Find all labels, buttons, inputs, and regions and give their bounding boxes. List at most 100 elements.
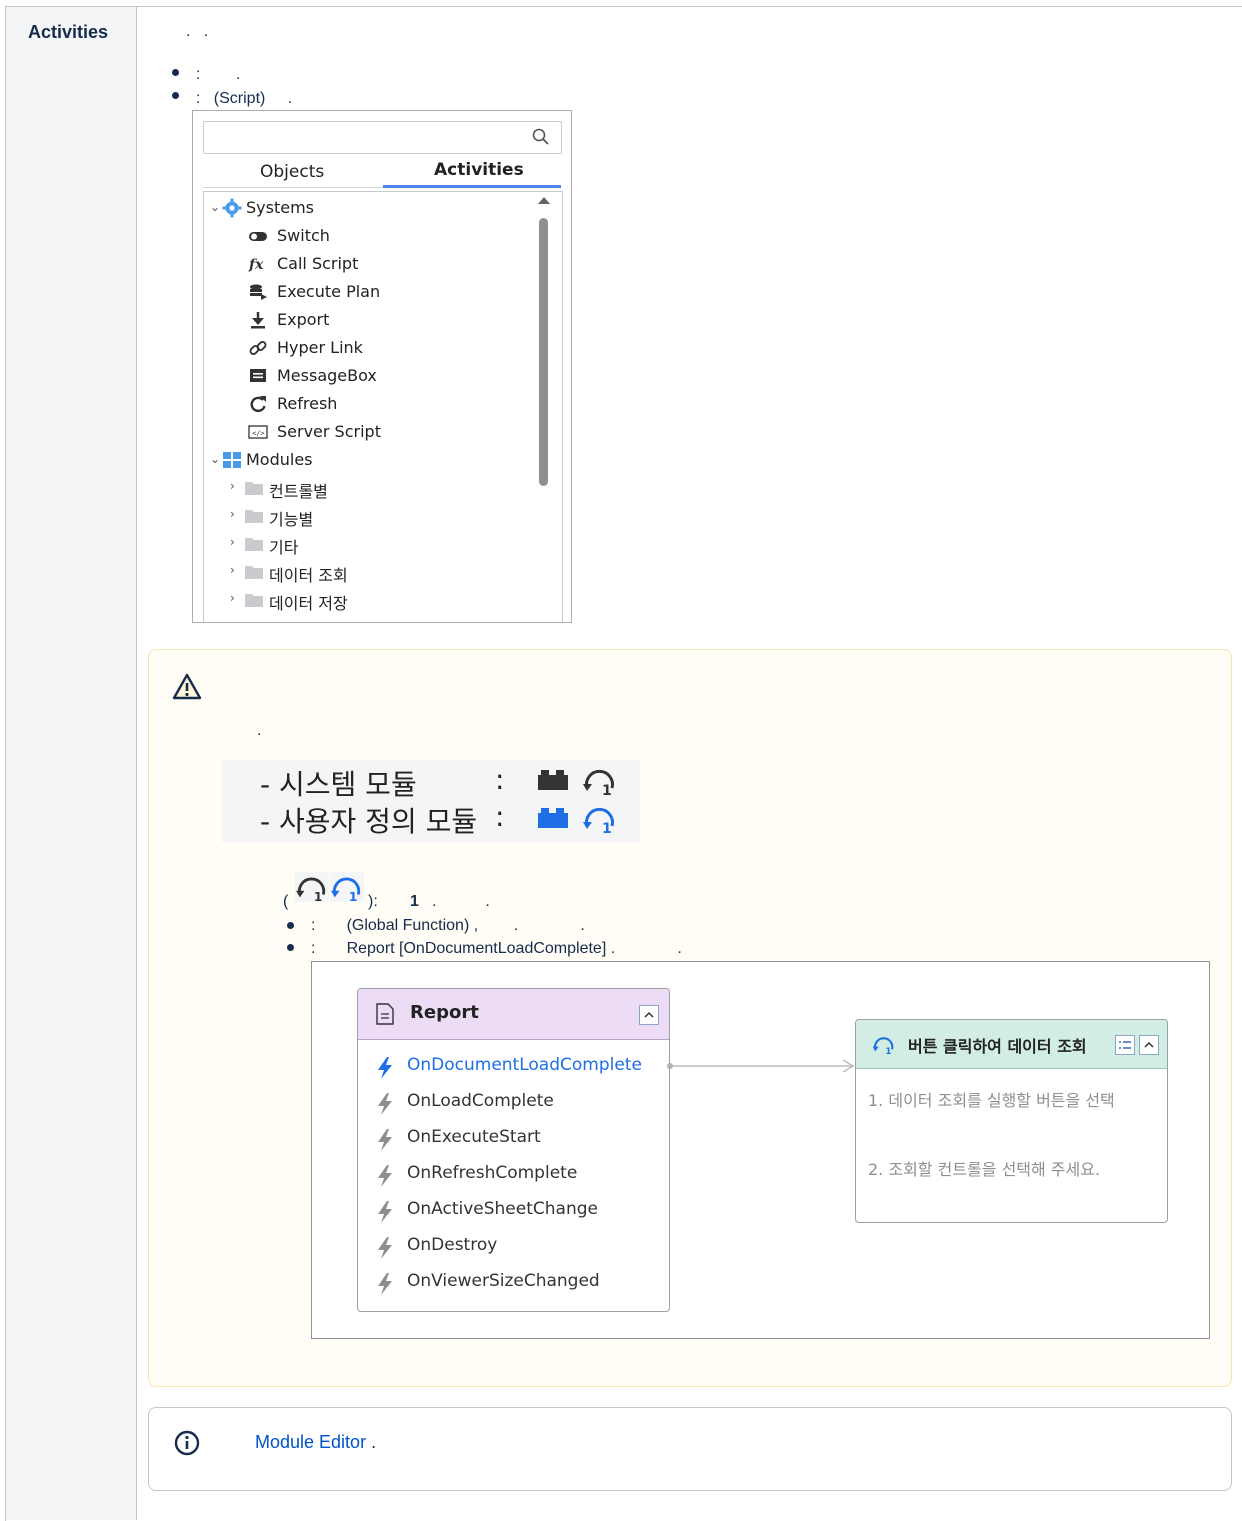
function-loop-icon: 1 xyxy=(872,1037,894,1055)
module-block-icon xyxy=(538,770,568,790)
svg-text:fx: fx xyxy=(248,257,264,273)
collapse-button[interactable] xyxy=(639,1005,659,1025)
bullet-dot xyxy=(287,922,294,929)
tree-item-refresh[interactable]: Refresh xyxy=(248,390,528,418)
event-row[interactable]: OnLoadComplete xyxy=(358,1085,669,1121)
event-row[interactable]: OnExecuteStart xyxy=(358,1121,669,1157)
tree-item-label: Execute Plan xyxy=(277,282,381,301)
message-icon xyxy=(250,369,266,382)
chevron-up-icon xyxy=(1144,1041,1154,1048)
folder-icon xyxy=(245,566,263,579)
intro-text: . . xyxy=(186,23,209,40)
tab-activities[interactable]: Activities xyxy=(434,160,524,180)
lightning-icon xyxy=(378,1237,392,1259)
function-loop-icon: 1 xyxy=(583,808,614,834)
document-icon xyxy=(376,1003,394,1025)
code-icon: </> xyxy=(248,425,268,439)
tree-item-call-script[interactable]: fx Call Script xyxy=(248,250,528,278)
event-row[interactable]: OnRefreshComplete xyxy=(358,1157,669,1193)
toggle-icon xyxy=(249,232,267,241)
tree-item-hyper-link[interactable]: Hyper Link xyxy=(248,334,528,362)
tree-item-server-script[interactable]: </> Server Script xyxy=(248,418,528,446)
event-diagram-image: Report OnDocumentLoadComplete OnLoadCompl… xyxy=(311,961,1210,1339)
tree-item-messagebox[interactable]: MessageBox xyxy=(248,362,528,390)
folder-icon xyxy=(245,538,263,551)
module-block-icon xyxy=(538,808,568,828)
lightning-icon xyxy=(378,1129,392,1151)
link-text[interactable]: Module Editor xyxy=(255,1432,366,1452)
svg-text:</>: </> xyxy=(252,430,265,438)
count-bold: 1 xyxy=(410,893,419,910)
tree-item-execute-plan[interactable]: Execute Plan xyxy=(248,278,528,306)
report-node[interactable]: Report OnDocumentLoadComplete OnLoadCompl… xyxy=(357,988,670,1312)
legend-system: - 시스템 모듈 xyxy=(260,763,417,803)
chevron-right-icon[interactable]: › xyxy=(230,479,235,493)
tree-item-switch[interactable]: Switch xyxy=(248,222,528,250)
module-step: 2. 조회할 컨트롤을 선택해 주세요. xyxy=(868,1160,1101,1179)
tree-folder[interactable]: › 컨트롤별 xyxy=(228,474,528,502)
event-label: OnExecuteStart xyxy=(407,1127,541,1147)
tree-item-label: Refresh xyxy=(277,394,338,413)
legend-custom: - 사용자 정의 모듈 xyxy=(260,800,477,840)
tree-item-label: Hyper Link xyxy=(277,338,363,357)
event-label: OnDocumentLoadComplete xyxy=(407,1055,642,1075)
bullet-dot xyxy=(172,92,179,99)
legend-sep: : xyxy=(495,763,505,796)
tree-group-modules[interactable]: ⌄ Modules xyxy=(208,446,528,474)
tree-folder[interactable]: › 데이터 저장 xyxy=(228,586,528,614)
tree-group-label: Systems xyxy=(246,198,314,217)
svg-text:1: 1 xyxy=(602,821,612,834)
module-legend-image: - 시스템 모듈 : 1 - 사용자 정의 모듈 : 1 xyxy=(222,760,640,842)
module-editor-link[interactable]: Module Editor . xyxy=(255,1432,376,1453)
tab-active-indicator xyxy=(383,185,561,188)
function-loop-icon: 1 xyxy=(330,872,364,902)
tree-group-label: Modules xyxy=(246,450,313,469)
svg-text:1: 1 xyxy=(602,783,612,796)
module-list-button[interactable] xyxy=(1115,1035,1135,1055)
scrollbar-thumb[interactable] xyxy=(539,218,548,486)
event-row[interactable]: OnDocumentLoadComplete xyxy=(358,1049,669,1085)
module-step: 1. 데이터 조회를 실행할 버튼을 선택 xyxy=(868,1091,1115,1110)
event-row[interactable]: OnViewerSizeChanged xyxy=(358,1265,669,1301)
tree-folder[interactable]: › 데이터 조회 xyxy=(228,558,528,586)
chevron-right-icon[interactable]: › xyxy=(230,591,235,605)
chevron-right-icon[interactable]: › xyxy=(230,507,235,521)
search-input[interactable] xyxy=(203,121,562,154)
svg-text:1: 1 xyxy=(885,1047,891,1055)
tree-folder-label: 기타 xyxy=(269,538,299,557)
tab-objects[interactable]: Objects xyxy=(260,162,324,182)
activity-tree: ⌄ Systems Switch fx Call Script Execute … xyxy=(203,191,563,622)
scroll-up-arrow[interactable] xyxy=(538,197,550,204)
tree-folder[interactable]: › 기능별 xyxy=(228,502,528,530)
chevron-down-icon[interactable]: ⌄ xyxy=(210,452,220,466)
event-label: OnLoadComplete xyxy=(407,1091,554,1111)
tree-item-label: Switch xyxy=(277,226,330,245)
event-label: OnDestroy xyxy=(407,1235,498,1255)
chevron-up-icon xyxy=(644,1011,654,1018)
link-after-text: . xyxy=(366,1432,377,1452)
tree-item-label: Server Script xyxy=(277,422,381,441)
collapse-button[interactable] xyxy=(1139,1035,1159,1055)
chevron-right-icon[interactable]: › xyxy=(230,563,235,577)
bullet-text-2: : (Script) . xyxy=(196,90,293,107)
module-node-title: 버튼 클릭하여 데이터 조회 xyxy=(908,1037,1087,1056)
function-loop-icon: 1 xyxy=(295,872,329,902)
tree-folder[interactable]: › 기타 xyxy=(228,530,528,558)
report-node-title: Report xyxy=(410,1002,479,1023)
tree-item-label: Call Script xyxy=(277,254,359,273)
event-row[interactable]: OnActiveSheetChange xyxy=(358,1193,669,1229)
event-label: OnViewerSizeChanged xyxy=(407,1271,600,1291)
folder-icon xyxy=(245,482,263,495)
chevron-right-icon[interactable]: › xyxy=(230,535,235,549)
chevron-down-icon[interactable]: ⌄ xyxy=(210,200,220,214)
database-run-icon xyxy=(250,284,267,300)
list-icon xyxy=(1119,1041,1131,1049)
tree-folder-label: 기능별 xyxy=(269,510,314,529)
tree-group-systems[interactable]: ⌄ Systems xyxy=(208,194,528,222)
module-node[interactable]: 1 버튼 클릭하여 데이터 조회 1. 데이터 조회를 실행할 버튼을 선택 2… xyxy=(855,1019,1168,1223)
connector-arrow xyxy=(667,1059,855,1073)
event-row[interactable]: OnDestroy xyxy=(358,1229,669,1265)
tree-item-export[interactable]: Export xyxy=(248,306,528,334)
fx-icon: fx xyxy=(248,257,264,273)
download-icon xyxy=(251,312,265,329)
